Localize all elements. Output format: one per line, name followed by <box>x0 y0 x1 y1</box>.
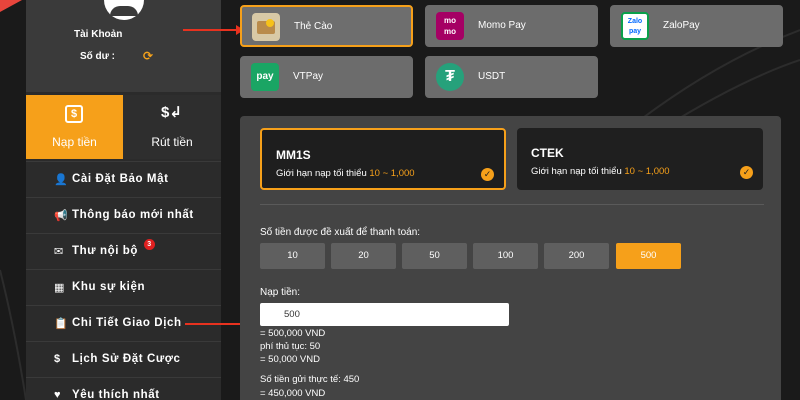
zalopay-logo-text: Zalo <box>627 18 643 25</box>
payment-method-label: VTPay <box>293 71 324 82</box>
clipboard-icon: 📋 <box>54 318 69 330</box>
amount-button[interactable]: 100 <box>473 243 538 269</box>
suggested-amount-label: Số tiền được đề xuất để thanh toán: <box>260 227 421 238</box>
payment-method-label: USDT <box>478 71 506 82</box>
sidebar-item-label: Chi Tiết Giao Dịch <box>72 317 182 329</box>
provider-limit-prefix: Giới hạn nạp tối thiểu <box>531 166 622 177</box>
usdt-logo-icon: ₮ <box>436 63 464 91</box>
sidebar-item-label: Khu sự kiện <box>72 281 146 293</box>
deposit-amount-input[interactable] <box>260 303 509 326</box>
payment-method-card[interactable]: Thẻ Cào <box>240 5 413 47</box>
provider-limit-prefix: Giới hạn nạp tối thiểu <box>276 168 367 179</box>
fee-label: phí thủ tục: 50 <box>260 341 321 352</box>
amount-button[interactable]: 20 <box>331 243 396 269</box>
amount-button[interactable]: 200 <box>544 243 609 269</box>
dollar-circle-icon: $ <box>54 353 61 365</box>
zalopay-logo-icon: Zalo pay <box>621 12 649 40</box>
hand-money-icon: $↲ <box>161 104 182 121</box>
calendar-icon: ▦ <box>54 282 65 294</box>
sidebar-item-label: Yêu thích nhất <box>72 389 160 400</box>
account-card: Tài Khoản Số dư : ⟳ <box>26 0 221 92</box>
deposit-withdraw-tabs: $ Nạp tiền $↲ Rút tiền <box>26 95 221 159</box>
provider-name: MM1S <box>276 148 311 162</box>
balance-label: Số dư : <box>80 51 116 62</box>
sidebar-item-label: Lịch Sử Đặt Cược <box>72 353 181 365</box>
deposit-panel: MM1S Giới hạn nạp tối thiểu 10 ~ 1,000 ✓… <box>240 116 781 400</box>
amount-button[interactable]: 10 <box>260 243 325 269</box>
sidebar-item-inbox[interactable]: ✉ Thư nội bộ 3 <box>26 233 221 269</box>
sidebar-menu: 👤 Cài Đặt Bảo Mật 📢 Thông báo mới nhất ✉… <box>26 161 221 400</box>
tab-withdraw[interactable]: $↲ Rút tiền <box>123 95 221 159</box>
sidebar-item-notifications[interactable]: 📢 Thông báo mới nhất <box>26 197 221 233</box>
payment-method-momo[interactable]: mo mo Momo Pay <box>425 5 598 47</box>
provider-card-ctek[interactable]: CTEK Giới hạn nạp tối thiểu 10 ~ 1,000 ✓ <box>517 128 763 190</box>
unread-badge: 3 <box>144 239 155 250</box>
vtpay-logo-icon: pay <box>251 63 279 91</box>
sidebar-item-label: Thư nội bộ <box>72 245 139 257</box>
sidebar-item-favorites[interactable]: ♥ Yêu thích nhất <box>26 377 221 400</box>
amount-button-selected[interactable]: 500 <box>616 243 681 269</box>
sidebar-item-label: Thông báo mới nhất <box>72 209 194 221</box>
avatar-body-icon <box>110 6 138 16</box>
payment-method-label: Thẻ Cào <box>294 21 333 32</box>
zalopay-logo-text: pay <box>628 28 642 35</box>
provider-limit-range: 10 ~ 1,000 <box>369 168 415 179</box>
actual-amount-value: = 450,000 VND <box>260 388 326 399</box>
check-circle-icon: ✓ <box>481 168 494 181</box>
user-lock-icon: 👤 <box>54 174 69 186</box>
sidebar: Tài Khoản Số dư : ⟳ $ Nạp tiền $↲ Rút ti… <box>26 0 221 400</box>
sidebar-item-bet-history[interactable]: $ Lịch Sử Đặt Cược <box>26 341 221 377</box>
sidebar-item-security[interactable]: 👤 Cài Đặt Bảo Mật <box>26 161 221 197</box>
account-name: Tài Khoản <box>74 29 123 40</box>
pointer-arrow <box>183 25 244 35</box>
bullhorn-icon: 📢 <box>54 210 69 222</box>
fee-value: = 50,000 VND <box>260 354 320 365</box>
tab-deposit[interactable]: $ Nạp tiền <box>26 95 123 159</box>
momo-logo-text: mo <box>444 16 456 25</box>
amount-button[interactable]: 50 <box>402 243 467 269</box>
provider-limit-range: 10 ~ 1,000 <box>624 166 670 177</box>
provider-card-mm1s[interactable]: MM1S Giới hạn nạp tối thiểu 10 ~ 1,000 ✓ <box>260 128 506 190</box>
sidebar-item-events[interactable]: ▦ Khu sự kiện <box>26 269 221 305</box>
check-circle-icon: ✓ <box>740 166 753 179</box>
scratch-card-icon <box>252 13 280 41</box>
actual-amount-label: Số tiền gửi thực tế: 450 <box>260 374 360 385</box>
money-icon: $ <box>65 105 83 123</box>
momo-logo-icon: mo mo <box>436 12 464 40</box>
payment-method-label: Momo Pay <box>478 20 526 31</box>
tab-deposit-label: Nạp tiền <box>52 135 97 149</box>
converted-amount: = 500,000 VND <box>260 328 326 339</box>
avatar[interactable] <box>104 0 144 20</box>
divider <box>260 204 764 205</box>
provider-limit: Giới hạn nạp tối thiểu 10 ~ 1,000 <box>276 168 415 179</box>
payment-method-zalopay[interactable]: Zalo pay ZaloPay <box>610 5 783 47</box>
tab-withdraw-label: Rút tiền <box>151 135 193 149</box>
provider-name: CTEK <box>531 146 564 160</box>
payment-method-label: ZaloPay <box>663 20 700 31</box>
momo-logo-text: mo <box>444 27 456 36</box>
sidebar-item-label: Cài Đặt Bảo Mật <box>72 173 169 185</box>
payment-method-usdt[interactable]: ₮ USDT <box>425 56 598 98</box>
payment-method-vtpay[interactable]: pay VTPay <box>240 56 413 98</box>
heart-icon: ♥ <box>54 389 62 400</box>
envelope-icon: ✉ <box>54 246 64 258</box>
provider-limit: Giới hạn nạp tối thiểu 10 ~ 1,000 <box>531 166 670 177</box>
refresh-icon[interactable]: ⟳ <box>143 49 153 63</box>
deposit-amount-label: Nạp tiền: <box>260 287 301 298</box>
